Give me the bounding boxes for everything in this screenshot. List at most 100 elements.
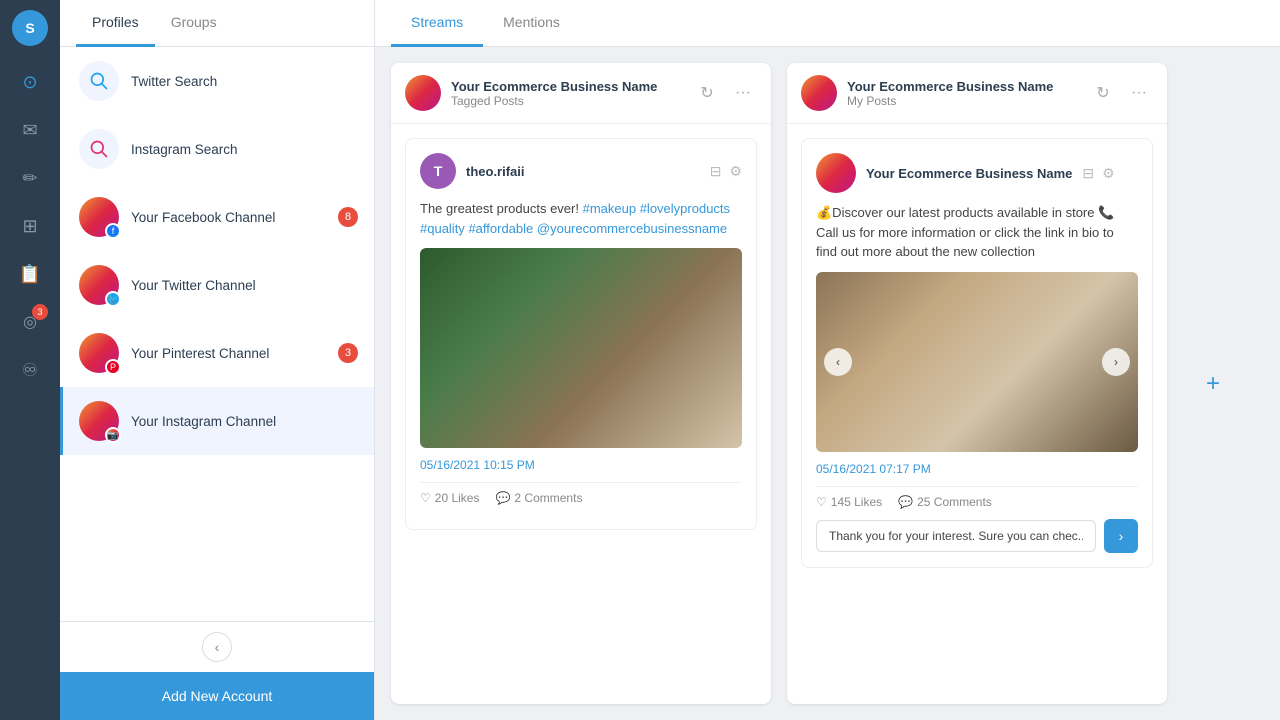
reply-input[interactable]	[816, 520, 1096, 552]
app-logo: S	[12, 10, 48, 46]
post-author-info: theo.rifaii	[466, 164, 700, 179]
tab-profiles[interactable]: Profiles	[76, 0, 155, 47]
sidebar-item-instagram-channel[interactable]: 📷 Your Instagram Channel	[60, 387, 374, 455]
post-stats: ♡ 20 Likes 💬 2 Comments	[420, 482, 742, 505]
settings-icon[interactable]: ⚙	[1102, 165, 1115, 182]
hashtag: #makeup	[583, 201, 636, 216]
comments-count: 25 Comments	[917, 495, 992, 509]
instagram-search-icon-wrap	[79, 129, 119, 169]
likes-count: 145 Likes	[831, 495, 882, 509]
sidebar-item-label: Your Facebook Channel	[131, 210, 326, 225]
facebook-badge-icon: f	[105, 223, 121, 239]
post-card: Your Ecommerce Business Name ⊟ ⚙ 💰Discov…	[801, 138, 1153, 568]
comments-stat: 💬 2 Comments	[495, 491, 582, 505]
post-author-name: theo.rifaii	[466, 164, 700, 179]
pinterest-channel-avatar: P	[79, 333, 119, 373]
refresh-icon[interactable]: ↻	[1089, 79, 1117, 107]
archive-icon[interactable]: ⊟	[1082, 165, 1094, 182]
pinterest-unread-badge: 3	[338, 343, 358, 363]
sidebar-footer: ‹ Add New Account	[60, 621, 374, 720]
sidebar-item-info: Your Pinterest Channel	[131, 346, 326, 361]
comments-stat: 💬 25 Comments	[898, 495, 992, 509]
col-myposts-subtitle: My Posts	[847, 94, 1079, 108]
pinterest-badge-icon: P	[105, 359, 121, 375]
twitter-search-icon-wrap	[79, 61, 119, 101]
reply-send-button[interactable]: ›	[1104, 519, 1138, 553]
likes-stat: ♡ 145 Likes	[816, 495, 882, 509]
post-text: 💰Discover our latest products available …	[816, 203, 1138, 262]
sidebar-item-twitter-search[interactable]: Twitter Search	[60, 47, 374, 115]
archive-icon[interactable]: ⊟	[710, 163, 722, 180]
col-myposts-title: Your Ecommerce Business Name	[847, 79, 1079, 94]
carousel-prev-button[interactable]: ‹	[824, 348, 852, 376]
reports-nav-icon[interactable]: 📋	[10, 254, 50, 294]
sidebar-item-info: Your Facebook Channel	[131, 210, 326, 225]
instagram-channel-avatar: 📷	[79, 401, 119, 441]
compose-nav-icon[interactable]: ✏	[10, 158, 50, 198]
post-date: 05/16/2021 07:17 PM	[816, 462, 1138, 476]
hashtag: #lovelyproducts	[640, 201, 730, 216]
add-column-icon: +	[1206, 370, 1220, 398]
post-image: ‹ ›	[816, 272, 1138, 452]
post-text: The greatest products ever! #makeup #lov…	[420, 199, 742, 238]
more-options-icon[interactable]: ···	[729, 79, 757, 107]
likes-count: 20 Likes	[435, 491, 480, 505]
more-options-icon[interactable]: ···	[1125, 79, 1153, 107]
post-action-icons: ⊟ ⚙	[1082, 165, 1114, 182]
col-myposts-actions: ↻ ···	[1089, 79, 1153, 107]
column-my-posts: Your Ecommerce Business Name My Posts ↻ …	[787, 63, 1167, 704]
carousel-next-button[interactable]: ›	[1102, 348, 1130, 376]
add-column-button[interactable]: +	[1183, 63, 1243, 704]
reply-area: ›	[816, 519, 1138, 553]
sidebar: Profiles Groups Twitter Search	[60, 0, 375, 720]
sidebar-item-pinterest-channel[interactable]: P Your Pinterest Channel 3	[60, 319, 374, 387]
post-image-placeholder	[420, 248, 742, 448]
sidebar-collapse-button[interactable]: ‹	[202, 632, 232, 662]
twitter-badge-icon: 🐦	[105, 291, 121, 307]
sidebar-item-twitter-channel[interactable]: 🐦 Your Twitter Channel	[60, 251, 374, 319]
engagement-nav-icon[interactable]: ♾	[10, 350, 50, 390]
dashboard-nav-icon[interactable]: ⊙	[10, 62, 50, 102]
column-tagged-posts: Your Ecommerce Business Name Tagged Post…	[391, 63, 771, 704]
comments-count: 2 Comments	[514, 491, 582, 505]
col-tagged-subtitle: Tagged Posts	[451, 94, 683, 108]
business-name: Your Ecommerce Business Name	[866, 166, 1072, 181]
column-tagged-header: Your Ecommerce Business Name Tagged Post…	[391, 63, 771, 124]
post-date: 05/16/2021 10:15 PM	[420, 458, 742, 472]
sidebar-item-label: Your Twitter Channel	[131, 278, 358, 293]
post-image	[420, 248, 742, 448]
main-navigation: S ⊙ ✉ ✏ ⊞ 📋 ◎ 3 ♾	[0, 0, 60, 720]
add-new-account-button[interactable]: Add New Account	[60, 672, 374, 720]
sidebar-item-label: Your Pinterest Channel	[131, 346, 326, 361]
settings-icon[interactable]: ⚙	[729, 163, 742, 180]
heart-icon: ♡	[816, 495, 827, 509]
col-tagged-info: Your Ecommerce Business Name Tagged Post…	[451, 79, 683, 108]
tab-streams[interactable]: Streams	[391, 0, 483, 47]
hashtag: #quality	[420, 221, 465, 236]
sidebar-item-info: Twitter Search	[131, 74, 358, 89]
business-post-header: Your Ecommerce Business Name ⊟ ⚙	[816, 153, 1138, 193]
main-tab-bar: Streams Mentions	[375, 0, 1280, 47]
listen-nav-icon[interactable]: ◎ 3	[10, 302, 50, 342]
col-myposts-info: Your Ecommerce Business Name My Posts	[847, 79, 1079, 108]
comment-icon: 💬	[495, 491, 510, 505]
sidebar-item-label: Twitter Search	[131, 74, 358, 89]
post-image-placeholder: ‹ ›	[816, 272, 1138, 452]
sidebar-items-list: Twitter Search Instagram Search f Your F…	[60, 47, 374, 621]
mention: @yourecommercebusinessname	[537, 221, 727, 236]
post-card: T theo.rifaii ⊟ ⚙ The greatest products …	[405, 138, 757, 530]
sidebar-tab-bar: Profiles Groups	[60, 0, 374, 47]
nav-badge: 3	[32, 304, 48, 320]
sidebar-item-info: Your Instagram Channel	[131, 414, 358, 429]
inbox-nav-icon[interactable]: ✉	[10, 110, 50, 150]
sidebar-item-label: Instagram Search	[131, 142, 358, 157]
facebook-unread-badge: 8	[338, 207, 358, 227]
sidebar-item-instagram-search[interactable]: Instagram Search	[60, 115, 374, 183]
post-action-icons: ⊟ ⚙	[710, 163, 742, 180]
refresh-icon[interactable]: ↻	[693, 79, 721, 107]
tab-groups[interactable]: Groups	[155, 0, 233, 47]
twitter-search-icon	[89, 71, 109, 91]
tab-mentions[interactable]: Mentions	[483, 0, 580, 47]
publish-nav-icon[interactable]: ⊞	[10, 206, 50, 246]
sidebar-item-facebook-channel[interactable]: f Your Facebook Channel 8	[60, 183, 374, 251]
